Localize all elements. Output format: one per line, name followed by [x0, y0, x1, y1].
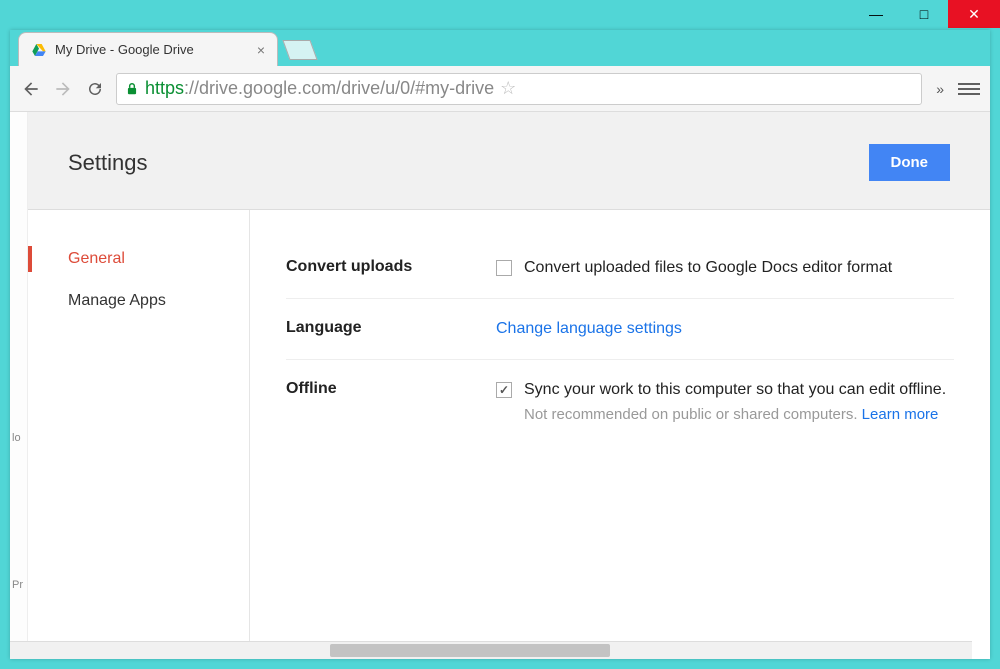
reload-button[interactable]: [84, 80, 106, 98]
tab-bar: My Drive - Google Drive ×: [10, 30, 990, 66]
scrollbar-thumb[interactable]: [330, 644, 610, 657]
setting-control: Convert uploaded files to Google Docs ed…: [496, 256, 954, 280]
drive-favicon-icon: [31, 42, 47, 58]
setting-label: Language: [286, 317, 476, 341]
setting-row-offline: Offline Sync your work to this computer …: [286, 360, 954, 445]
new-tab-button[interactable]: [282, 40, 317, 60]
close-button[interactable]: ✕: [948, 0, 1000, 28]
address-bar[interactable]: https://drive.google.com/drive/u/0/#my-d…: [116, 73, 922, 105]
settings-body: General Manage Apps Convert uploads Conv…: [10, 210, 990, 659]
browser-toolbar: https://drive.google.com/drive/u/0/#my-d…: [10, 66, 990, 112]
url-text: https://drive.google.com/drive/u/0/#my-d…: [145, 78, 494, 99]
page-content: lo Pr Settings Done General Manage Apps …: [10, 112, 990, 659]
back-button[interactable]: [20, 79, 42, 99]
setting-row-convert: Convert uploads Convert uploaded files t…: [286, 238, 954, 299]
offline-hint: Not recommended on public or shared comp…: [524, 404, 946, 427]
settings-sidebar: General Manage Apps: [10, 210, 250, 659]
settings-title: Settings: [68, 150, 148, 176]
browser-window: My Drive - Google Drive × https://drive.…: [10, 30, 990, 659]
sidebar-item-manage-apps[interactable]: Manage Apps: [10, 280, 249, 322]
lock-icon: [125, 81, 139, 97]
settings-main: Convert uploads Convert uploaded files t…: [250, 210, 990, 659]
tab-close-icon[interactable]: ×: [257, 42, 265, 58]
change-language-link[interactable]: Change language settings: [496, 320, 682, 337]
window-controls: — □ ✕: [852, 0, 1000, 28]
minimize-button[interactable]: —: [852, 0, 900, 28]
offline-checkbox[interactable]: [496, 382, 512, 398]
bookmark-star-icon[interactable]: ☆: [500, 78, 516, 99]
browser-tab[interactable]: My Drive - Google Drive ×: [18, 32, 278, 66]
horizontal-scrollbar[interactable]: [10, 641, 972, 659]
convert-text: Convert uploaded files to Google Docs ed…: [524, 256, 892, 280]
hamburger-menu-icon[interactable]: [958, 79, 980, 99]
overflow-chevrons-icon[interactable]: »: [932, 81, 948, 97]
offline-text: Sync your work to this computer so that …: [524, 378, 946, 402]
background-peek: lo Pr: [10, 112, 28, 641]
setting-row-language: Language Change language settings: [286, 299, 954, 360]
sidebar-item-general[interactable]: General: [10, 238, 249, 280]
convert-checkbox[interactable]: [496, 260, 512, 276]
learn-more-link[interactable]: Learn more: [862, 406, 939, 423]
done-button[interactable]: Done: [869, 144, 951, 181]
setting-control: Change language settings: [496, 317, 954, 341]
setting-control: Sync your work to this computer so that …: [496, 378, 954, 427]
setting-label: Offline: [286, 378, 476, 427]
setting-label: Convert uploads: [286, 256, 476, 280]
maximize-button[interactable]: □: [900, 0, 948, 28]
forward-button[interactable]: [52, 79, 74, 99]
tab-title: My Drive - Google Drive: [55, 42, 249, 57]
settings-header: Settings Done: [10, 112, 990, 210]
